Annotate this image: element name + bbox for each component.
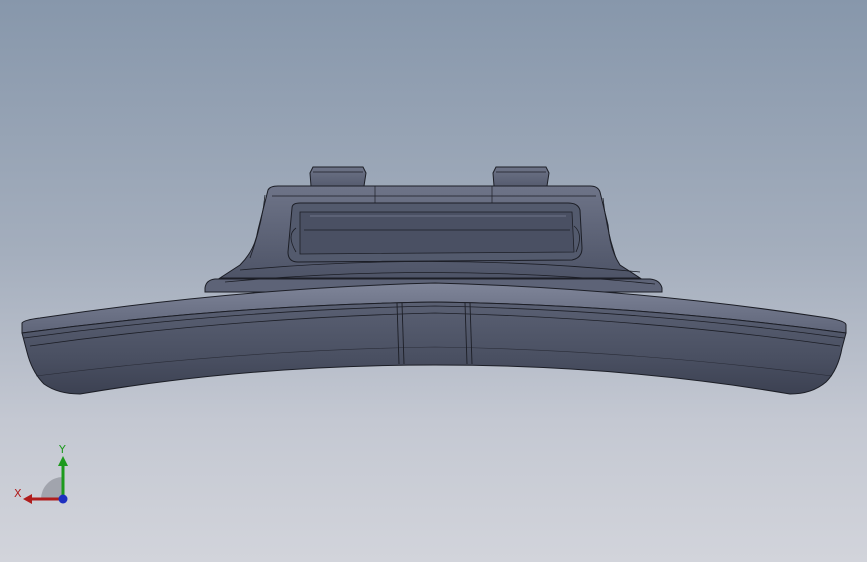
cad-model[interactable] [0, 0, 867, 562]
x-axis-label: X [14, 487, 22, 500]
x-axis-arrow-icon [23, 494, 32, 504]
raised-mount [218, 185, 642, 279]
y-axis-label: Y [58, 443, 66, 456]
graphics-viewport[interactable]: Y X [0, 0, 867, 562]
z-axis-dot-icon [58, 494, 68, 504]
y-axis-arrow-icon [58, 456, 68, 466]
coordinate-triad: Y X [14, 443, 68, 504]
triad-plane-shade [41, 477, 63, 499]
